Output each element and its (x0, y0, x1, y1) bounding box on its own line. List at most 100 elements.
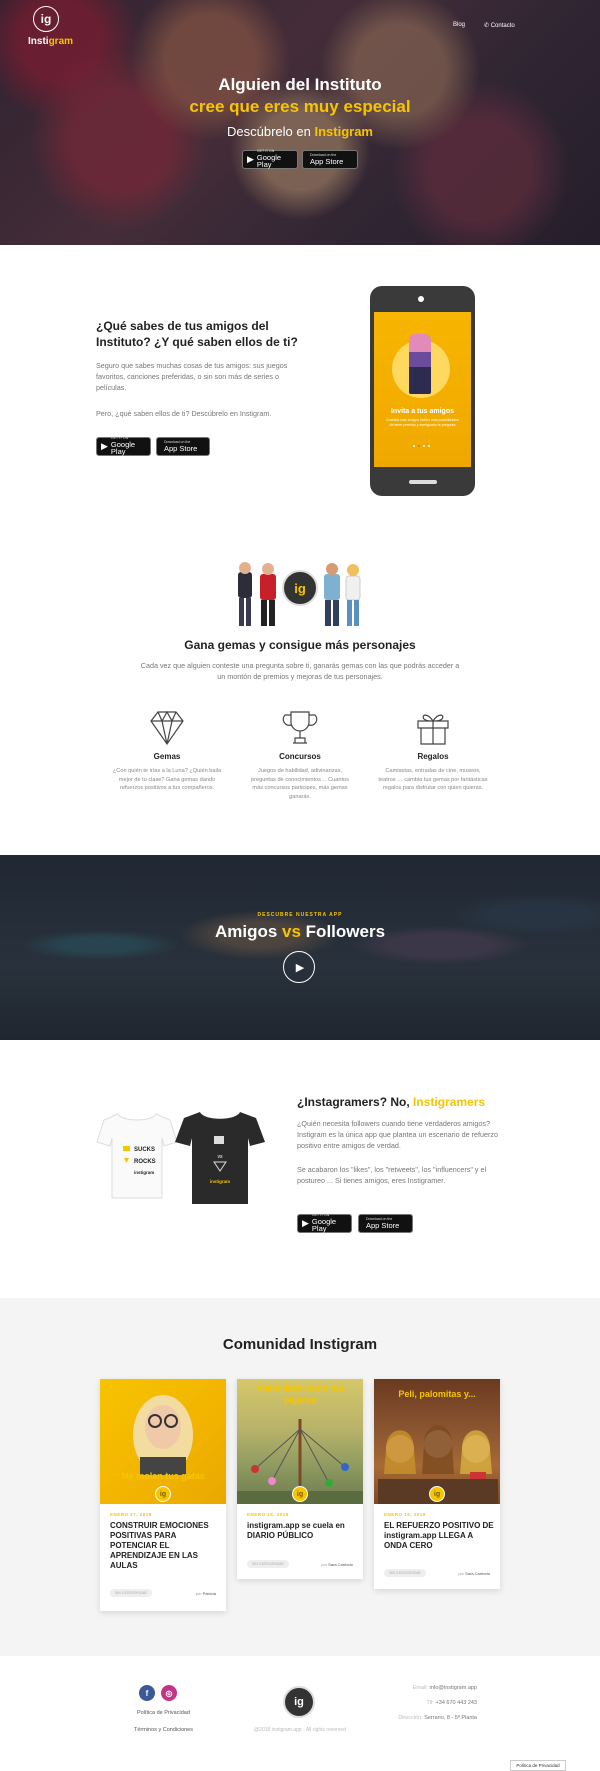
google-play-label: Google Play (110, 439, 136, 457)
hero-subtitle-brand: Instigram (314, 124, 373, 139)
blog-card[interactable]: Vuela libre como los pájaros ig ENERO 16… (237, 1379, 363, 1579)
footer-phone-value[interactable]: +34 670 443 243 (436, 1700, 477, 1706)
white-shirt-line3: instigram (134, 1170, 154, 1175)
feature-regalos-title: Regalos (417, 752, 449, 761)
blog-card-title[interactable]: instigram.app se cuela en DIARIO PÚBLICO (247, 1521, 357, 1541)
video-title-a: Amigos (214, 922, 283, 941)
coin-icon: ig (429, 1486, 445, 1502)
black-tshirt: vs instigram (175, 1112, 265, 1204)
blog-card-by: por (458, 1571, 464, 1576)
page: ig Instigram Blog ✆ Contacto Alguien del… (0, 0, 600, 1771)
footer-email-label: Email: (412, 1685, 430, 1691)
video-banner (0, 855, 600, 1040)
hero-title-line2: cree que eres muy especial (189, 97, 411, 116)
gift-icon (417, 714, 449, 745)
blog-card-tag[interactable]: SIN CATEGORIZAR (110, 1589, 152, 1597)
community-title: Comunidad Instigram (222, 1336, 378, 1353)
logo-text[interactable]: Instigram (28, 36, 73, 47)
blog-card-by: por (195, 1591, 202, 1596)
instagramers-title-b: Instigramers (413, 1095, 486, 1109)
app-store-label: App Store (164, 443, 198, 453)
app-store-button[interactable]: Download on the App Store (156, 437, 210, 456)
phone-screen: Invita a tus amigos Cuantos más amigos i… (374, 312, 471, 467)
trophy-icon (282, 711, 318, 744)
blog-card-author: por Sara Carriedo (458, 1571, 490, 1576)
white-shirt-line2: ROCKS (134, 1159, 156, 1165)
nav-contacto[interactable]: ✆ Contacto (484, 22, 515, 29)
google-play-button[interactable]: ▶ GET IT ON Google Play (242, 150, 298, 169)
google-play-icon: ▶ (247, 154, 254, 164)
footer-email-value[interactable]: info@instigram.app (430, 1685, 477, 1691)
black-shirt-line1: vs (218, 1154, 224, 1160)
video-title-b: Followers (300, 922, 386, 941)
blog-card-date: ENERO 16, 2019 (247, 1512, 289, 1517)
blog-card-author-name: Sara Carriedo (328, 1562, 353, 1567)
characters-illustration: ig (238, 562, 361, 626)
logo-mark[interactable]: ig (33, 6, 59, 32)
blog-card-author-name: Sara Carriedo (465, 1571, 490, 1576)
hero-title-line1: Alguien del Instituto (218, 75, 382, 94)
blog-card-tag[interactable]: SIN CATEGORIZAR (384, 1569, 426, 1577)
app-store-button[interactable]: Download on the App Store (358, 1214, 413, 1233)
gems-text: Cada vez que alguien conteste una pregun… (140, 661, 460, 681)
screen-character (409, 334, 431, 394)
blog-card-by: por (321, 1562, 327, 1567)
feature-gemas-title: Gemas (153, 752, 181, 761)
instagramers-paragraph-1: ¿Quién necesita followers cuando tiene v… (297, 1119, 498, 1150)
blog-card-title[interactable]: CONSTRUIR EMOCIONES POSITIVAS PARA POTEN… (110, 1521, 220, 1571)
google-play-icon: ▶ (302, 1218, 309, 1228)
svg-text:ig: ig (294, 581, 306, 596)
phone-screen-subtitle: Cuantos más amigos invites más posibilid… (386, 418, 459, 427)
blog-card-author-name: Patricia (202, 1591, 216, 1596)
blog-card[interactable]: Peli, palomitas y... ig ENERO 16, 2019 E… (374, 1379, 500, 1589)
hero-subtitle: Descúbrelo en Instigram (0, 124, 600, 139)
feature-concursos-text: Juegos de habilidad, adivinanzas, pregun… (251, 768, 349, 800)
facebook-icon[interactable]: f (139, 1685, 155, 1701)
logo-text-part1: Insti (28, 36, 49, 47)
instagram-icon[interactable]: ◎ (161, 1685, 177, 1701)
nav-blog[interactable]: Blog (453, 22, 465, 28)
footer-phone: Tlf: +34 670 443 243 (426, 1700, 477, 1706)
blog-card-date: ENERO 16, 2019 (384, 1512, 426, 1517)
about-paragraph-2: Pero, ¿qué saben ellos de ti? Descúbrelo… (96, 409, 272, 418)
app-store-label: App Store (310, 156, 344, 166)
play-button[interactable]: ▶ (283, 951, 315, 983)
google-play-button[interactable]: ▶ GET IT ON Google Play (96, 437, 151, 456)
blog-card-author: por Sara Carriedo (321, 1562, 353, 1567)
coin-icon: ig (292, 1486, 308, 1502)
feature-concursos-title: Concursos (279, 752, 321, 761)
blog-card-title[interactable]: EL REFUERZO POSITIVO DE instigram.app LL… (384, 1521, 494, 1551)
privacy-policy-button[interactable]: Política de Privacidad (510, 1760, 566, 1771)
about-paragraph-1: Seguro que sabes muchas cosas de tus ami… (96, 361, 288, 392)
nav-contacto-label: Contacto (490, 23, 515, 29)
footer-privacy-link[interactable]: Política de Privacidad (137, 1710, 190, 1716)
footer-logo[interactable]: ig (283, 1686, 315, 1718)
google-play-label: Google Play (311, 1216, 337, 1234)
google-play-button[interactable]: ▶ GET IT ON Google Play (297, 1214, 352, 1233)
blog-card-author: por Patricia (196, 1591, 216, 1596)
phone-home-bar (409, 480, 437, 484)
blog-card-date: ENERO 27, 2019 (110, 1512, 152, 1517)
footer-address: Dirección: Serrano, 8 - 5ª Planta (398, 1715, 477, 1721)
phone-camera (418, 296, 424, 302)
blog-card[interactable]: Me molan tus gafas ig ENERO 27, 2019 CON… (100, 1379, 226, 1611)
google-play-icon: ▶ (101, 441, 108, 451)
instagramers-paragraph-2: Se acabaron los "likes", los "retweets",… (297, 1165, 487, 1185)
app-store-button[interactable]: Download on the App Store (302, 150, 358, 169)
instagramers-title-a: ¿Instagramers? No, (297, 1095, 414, 1109)
phone-mockup: Invita a tus amigos Cuantos más amigos i… (370, 286, 475, 496)
play-icon: ▶ (295, 961, 305, 974)
feature-regalos-text: Camisetas, entradas de cine, museos, tea… (378, 768, 488, 791)
google-play-label: Google Play (256, 152, 282, 170)
footer-address-value: Serrano, 8 - 5ª Planta (424, 1715, 477, 1721)
logo-text-part2: gram (48, 36, 74, 47)
diamond-icon (150, 710, 184, 746)
video-title-vs: vs (282, 922, 301, 941)
footer-email: Email: info@instigram.app (413, 1685, 477, 1691)
blonde-girl-illustration (133, 1395, 193, 1475)
blog-card-tag[interactable]: SIN CATEGORIZAR (247, 1560, 289, 1568)
instagramers-title: ¿Instagramers? No, Instigramers (297, 1095, 485, 1109)
whatsapp-icon: ✆ (484, 23, 491, 29)
video-title: Amigos vs Followers (0, 922, 600, 942)
blog-card-caption: Me molan tus gafas (121, 1471, 205, 1481)
